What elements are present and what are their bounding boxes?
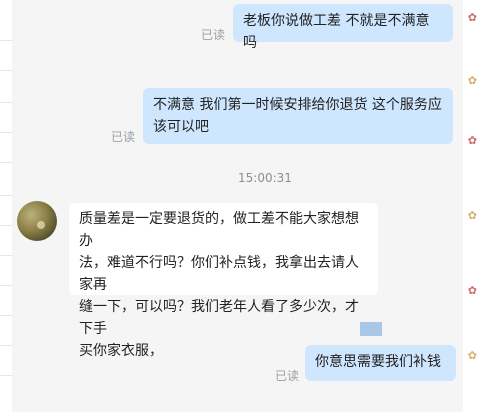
message-line: 不满意 我们第一时候安排给你退货 这个服务应 bbox=[153, 97, 442, 113]
outgoing-message[interactable]: 老板你说做工差 不就是不满意吗 bbox=[233, 4, 453, 51]
decoration-icon: ✿ bbox=[467, 209, 477, 222]
message-line: 法，难道不行吗？你们补点钱，我拿出去请人家再 bbox=[79, 255, 359, 293]
read-status: 已读 bbox=[111, 130, 136, 144]
left-rail bbox=[0, 0, 12, 412]
message-line: 缝一下，可以吗？我们老年人看了多少次，才下手 bbox=[79, 299, 359, 337]
user-avatar-icon[interactable] bbox=[17, 201, 57, 241]
decoration-icon: ✿ bbox=[467, 74, 477, 87]
read-status: 已读 bbox=[201, 28, 226, 42]
right-rail: ✿ ✿ ✿ ✿ ✿ ✿ bbox=[463, 0, 478, 412]
decoration-icon: ✿ bbox=[467, 134, 477, 147]
decoration-icon: ✿ bbox=[467, 284, 477, 297]
decoration-icon: ✿ bbox=[467, 11, 477, 24]
decoration-icon: ✿ bbox=[467, 349, 477, 362]
message-line: 该可以吧 bbox=[153, 119, 209, 135]
read-status: 已读 bbox=[275, 369, 300, 383]
outgoing-message[interactable]: 不满意 我们第一时候安排给你退货 这个服务应 该可以吧 bbox=[143, 88, 453, 144]
obscured-text bbox=[360, 322, 452, 336]
message-line: 质量差是一定要退货的，做工差不能大家想想办 bbox=[79, 211, 359, 249]
chat-area: 已读 老板你说做工差 不就是不满意吗 已读 不满意 我们第一时候安排给你退货 这… bbox=[0, 0, 463, 412]
incoming-message[interactable]: 质量差是一定要退货的，做工差不能大家想想办 法，难道不行吗？你们补点钱，我拿出去… bbox=[69, 203, 378, 359]
message-timestamp: 15:00:31 bbox=[238, 171, 292, 185]
outgoing-message[interactable]: 你意思需要我们补钱 bbox=[305, 345, 456, 381]
message-line: 老板你说做工差 不就是不满意吗 bbox=[243, 13, 430, 51]
message-line: 你意思需要我们补钱 bbox=[315, 354, 441, 370]
